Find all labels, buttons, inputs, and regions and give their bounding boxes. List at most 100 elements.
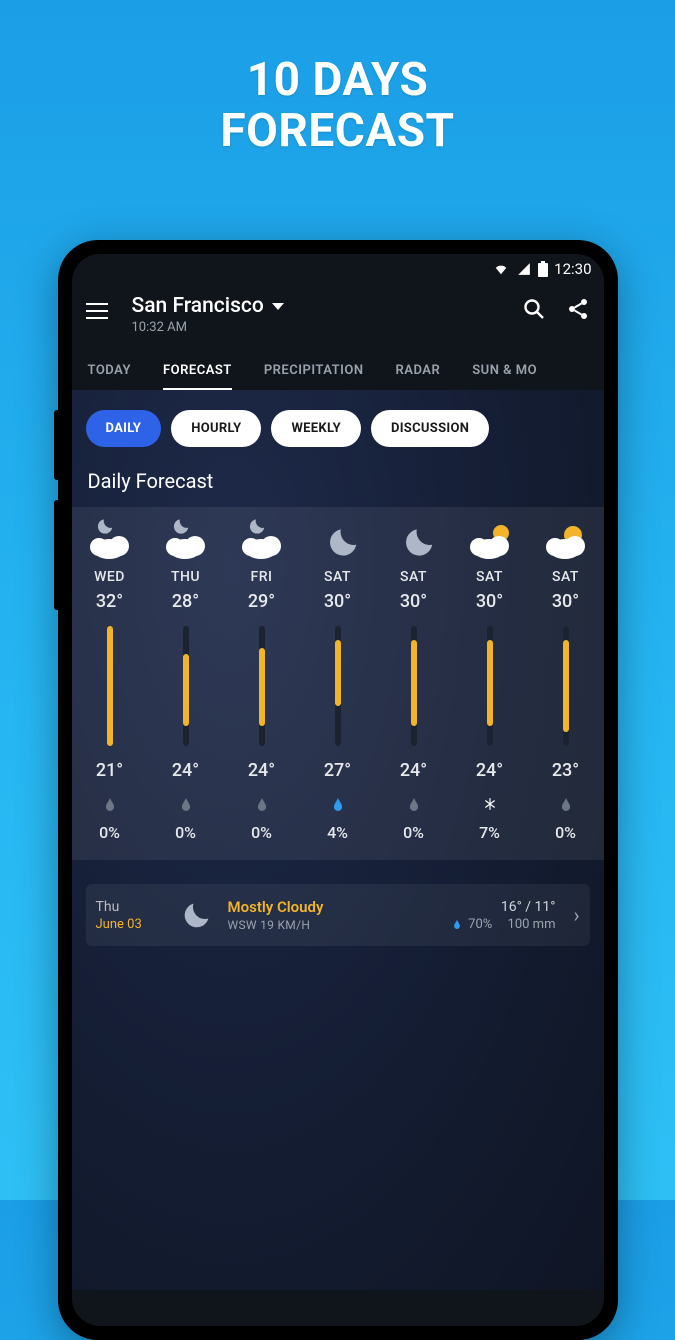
- promo-line2: FORECAST: [0, 106, 675, 157]
- day-high: 32°: [96, 591, 123, 612]
- chip-row: DAILYHOURLY WEEKLY DISCUSSION: [86, 410, 590, 447]
- snowflake-icon: [483, 797, 497, 815]
- share-button[interactable]: [566, 297, 590, 321]
- day-low: 23°: [552, 760, 579, 781]
- day-low: 24°: [248, 760, 275, 781]
- day-high: 30°: [552, 591, 579, 612]
- day-column[interactable]: FRI 29° 24° 0%: [224, 519, 300, 842]
- day-label: FRI: [251, 569, 273, 585]
- app-bar: San Francisco 10:32 AM: [72, 284, 604, 335]
- chip-daily[interactable]: DAILY: [86, 410, 162, 447]
- day-precip: 0%: [175, 823, 196, 842]
- day-precip: 0%: [99, 823, 120, 842]
- detail-precip-amt: 100 mm: [508, 917, 556, 932]
- drop-icon: [452, 918, 462, 930]
- day-precip: 0%: [403, 823, 424, 842]
- detail-precip-pct: 70%: [468, 917, 492, 932]
- phone-frame: 12:30 San Francisco 10:32 AM: [58, 240, 618, 1340]
- detail-dow: Thu: [96, 899, 166, 915]
- moon-icon: [180, 898, 214, 932]
- detail-hi-lo: 16° / 11°: [452, 899, 555, 915]
- tab-precipitation[interactable]: PRECIPITATION: [248, 353, 380, 390]
- drop-icon: [255, 797, 269, 815]
- menu-button[interactable]: [86, 297, 114, 325]
- day-high: 30°: [476, 591, 503, 612]
- day-column[interactable]: SAT 30° 24° 7%: [452, 519, 528, 842]
- day-precip: 4%: [327, 823, 348, 842]
- day-high: 29°: [248, 591, 275, 612]
- moon-icon: [391, 519, 437, 559]
- day-column[interactable]: THU 28° 24° 0%: [148, 519, 224, 842]
- drop-icon: [407, 797, 421, 815]
- chip-discussion[interactable]: DISCUSSION: [371, 410, 489, 447]
- day-column[interactable]: SAT 30° 24° 0%: [376, 519, 452, 842]
- location-selector[interactable]: San Francisco 10:32 AM: [132, 294, 522, 335]
- promo-line1: 10 DAYS: [0, 55, 675, 106]
- day-low: 24°: [172, 760, 199, 781]
- wifi-icon: [492, 262, 510, 276]
- day-column[interactable]: WED 32° 21° 0%: [72, 519, 148, 842]
- tab-bar: TODAYFORECASTPRECIPITATIONRADARSUN & MO: [72, 335, 604, 390]
- day-label: SAT: [324, 569, 351, 585]
- day-column[interactable]: SAT 30° 27° 4%: [300, 519, 376, 842]
- day-label: WED: [94, 569, 125, 585]
- day-column[interactable]: SAT 30° 23° 0%: [528, 519, 604, 842]
- day-low: 24°: [476, 760, 503, 781]
- day-label: THU: [171, 569, 200, 585]
- temp-range-bar: [335, 626, 341, 746]
- drop-icon: [103, 797, 117, 815]
- signal-icon: [516, 262, 532, 276]
- location-name: San Francisco: [132, 294, 264, 318]
- cloud-night-icon: [163, 519, 209, 559]
- tab-sun-mo[interactable]: SUN & MO: [456, 353, 553, 390]
- day-label: SAT: [476, 569, 503, 585]
- chip-hourly[interactable]: HOURLY: [171, 410, 261, 447]
- chevron-down-icon: [272, 303, 284, 310]
- day-high: 28°: [172, 591, 199, 612]
- tab-radar[interactable]: RADAR: [380, 353, 457, 390]
- promo-title: 10 DAYS FORECAST: [0, 0, 675, 156]
- temp-range-bar: [259, 626, 265, 746]
- drop-icon: [559, 797, 573, 815]
- day-precip: 0%: [251, 823, 272, 842]
- day-detail-card[interactable]: Thu June 03 Mostly Cloudy WSW 19 KM/H 16…: [86, 884, 590, 946]
- detail-month-day: June 03: [96, 917, 166, 932]
- day-low: 21°: [96, 760, 123, 781]
- battery-icon: [538, 261, 548, 277]
- day-low: 27°: [324, 760, 351, 781]
- day-precip: 0%: [555, 823, 576, 842]
- day-label: SAT: [400, 569, 427, 585]
- moon-icon: [315, 519, 361, 559]
- status-bar: 12:30: [72, 254, 604, 284]
- day-precip: 7%: [479, 823, 500, 842]
- phone-screen: 12:30 San Francisco 10:32 AM: [72, 254, 604, 1326]
- temp-range-bar: [183, 626, 189, 746]
- day-label: SAT: [552, 569, 579, 585]
- day-low: 24°: [400, 760, 427, 781]
- local-time: 10:32 AM: [132, 320, 522, 335]
- detail-middle: Mostly Cloudy WSW 19 KM/H: [228, 898, 439, 932]
- temp-range-bar: [411, 626, 417, 746]
- chip-weekly[interactable]: WEEKLY: [271, 410, 360, 447]
- detail-wind: WSW 19 KM/H: [228, 918, 439, 932]
- cloud-night-icon: [239, 519, 285, 559]
- section-title: Daily Forecast: [88, 469, 588, 493]
- temp-range-bar: [487, 626, 493, 746]
- day-high: 30°: [324, 591, 351, 612]
- drop-icon: [331, 797, 345, 815]
- tab-forecast[interactable]: FORECAST: [147, 353, 248, 390]
- search-button[interactable]: [522, 297, 546, 321]
- daily-forecast-panel[interactable]: WED 32° 21° 0% THU 28° 24° 0% FRI 29° 24° 0% SAT 30° 2…: [72, 507, 604, 860]
- chevron-right-icon[interactable]: ›: [569, 903, 579, 927]
- detail-right: 16° / 11° 70% 100 mm: [452, 899, 555, 932]
- temp-range-bar: [563, 626, 569, 746]
- status-time: 12:30: [554, 260, 591, 278]
- cloud-night-icon: [87, 519, 133, 559]
- temp-range-bar: [107, 626, 113, 746]
- detail-condition: Mostly Cloudy: [228, 898, 439, 916]
- tab-today[interactable]: TODAY: [72, 353, 148, 390]
- sun-cloud-icon: [543, 519, 589, 559]
- drop-icon: [179, 797, 193, 815]
- day-high: 30°: [400, 591, 427, 612]
- forecast-content: DAILYHOURLY WEEKLY DISCUSSION Daily Foreca…: [72, 390, 604, 1290]
